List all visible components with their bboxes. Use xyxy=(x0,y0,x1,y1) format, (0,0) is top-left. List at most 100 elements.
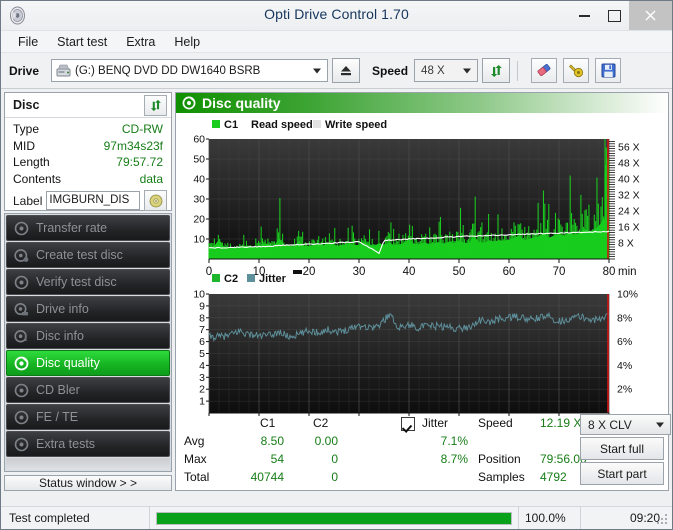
status-message: Test completed xyxy=(9,511,90,525)
results-c1-total: 40744 xyxy=(250,470,284,484)
status-window-button[interactable]: Status window > > xyxy=(4,475,172,491)
position-result-label: Position xyxy=(478,452,521,466)
svg-text:4%: 4% xyxy=(617,360,632,372)
disc-quality-charts[interactable]: C1 Read speed Write speed1020304050608 X16… xyxy=(176,113,672,416)
disc-label-input[interactable]: IMGBURN_DIS xyxy=(46,191,140,210)
left-column: Disc Type CD-RW MID 97m34s23f Length 79:… xyxy=(4,92,172,491)
disc-length-value: 79:57.72 xyxy=(116,155,163,169)
chevron-down-icon xyxy=(313,68,322,73)
sidebar-item-label: Transfer rate xyxy=(36,221,108,235)
write-strategy-select[interactable]: 8 X CLV xyxy=(580,414,671,435)
svg-text:0: 0 xyxy=(206,266,212,278)
svg-text:Write speed: Write speed xyxy=(325,119,387,131)
jitter-label: Jitter xyxy=(422,416,449,430)
menu-extra[interactable]: Extra xyxy=(117,33,164,51)
resize-grip-icon[interactable] xyxy=(657,514,669,526)
disc-panel-title: Disc xyxy=(13,98,40,112)
svg-text:48 X: 48 X xyxy=(618,158,640,170)
results-c2-total: 0 xyxy=(331,470,338,484)
svg-text:6: 6 xyxy=(199,336,205,348)
sidebar-item-label: Disc quality xyxy=(36,356,100,370)
disc-quality-icon xyxy=(182,96,196,110)
jitter-max: 8.7% xyxy=(440,452,468,466)
right-panel: Disc quality C1 Read speed Write speed 10 20… xyxy=(175,92,671,491)
results-summary: C1 C2 Avg Max Total 8.50 54 40744 0.00 0… xyxy=(176,412,671,490)
save-button[interactable] xyxy=(595,58,622,83)
drive-icon xyxy=(56,64,71,77)
svg-text:9: 9 xyxy=(199,300,205,312)
start-full-button[interactable]: Start full xyxy=(580,437,664,460)
disc-rows: Type CD-RW MID 97m34s23f Length 79:57.72… xyxy=(5,118,171,187)
svg-text:Read speed: Read speed xyxy=(251,119,313,131)
menu-start-test[interactable]: Start test xyxy=(48,33,116,51)
progress-percent: 100.0% xyxy=(518,507,580,529)
speed-label: Speed xyxy=(372,63,409,78)
start-part-button[interactable]: Start part xyxy=(580,462,664,485)
disc-mid-key: MID xyxy=(13,138,35,153)
samples-result-value: 4792 xyxy=(540,470,567,484)
menu-file[interactable]: File xyxy=(9,33,47,51)
results-row-max: Max xyxy=(184,452,207,466)
main-body: Disc Type CD-RW MID 97m34s23f Length 79:… xyxy=(1,89,672,491)
svg-text:3: 3 xyxy=(199,372,205,384)
minimize-button[interactable] xyxy=(569,1,599,30)
sidebar-item-disc-info[interactable]: Disc info xyxy=(6,323,170,349)
disc-icon xyxy=(14,221,29,236)
sidebar-item-drive-info[interactable]: Drive info xyxy=(6,296,170,322)
sidebar-item-verify-test-disc[interactable]: Verify test disc xyxy=(6,269,170,295)
disc-panel-header: Disc xyxy=(5,93,171,118)
svg-text:20: 20 xyxy=(193,214,205,226)
svg-text:C1: C1 xyxy=(224,119,238,131)
disc-icon xyxy=(14,410,29,425)
svg-text:60: 60 xyxy=(503,266,516,278)
app-window: Opti Drive Control 1.70 File Start test … xyxy=(0,0,673,530)
sidebar-item-cd-bler[interactable]: CD Bler xyxy=(6,377,170,403)
close-button[interactable] xyxy=(629,1,672,30)
cd-icon-button[interactable] xyxy=(144,190,167,211)
svg-text:30: 30 xyxy=(353,266,366,278)
sidebar-item-transfer-rate[interactable]: Transfer rate xyxy=(6,215,170,241)
disc-label-row: Label IMGBURN_DIS xyxy=(5,187,171,211)
disc-row-mid: MID 97m34s23f xyxy=(13,138,163,155)
svg-text:80: 80 xyxy=(603,266,616,278)
jitter-checkbox[interactable] xyxy=(401,417,415,431)
svg-text:60: 60 xyxy=(193,134,205,146)
refresh-button[interactable] xyxy=(482,58,511,83)
disc-refresh-button[interactable] xyxy=(144,94,167,116)
speed-value: 48 X xyxy=(421,64,445,77)
sidebar-item-disc-quality[interactable]: Disc quality xyxy=(6,350,170,376)
charts-area: C1 Read speed Write speed 10 20 30 40 50 60 8 X 16… xyxy=(176,113,668,416)
test-nav-list: Transfer rate Create test disc Verify te… xyxy=(4,213,172,472)
sidebar-item-label: FE / TE xyxy=(36,410,79,424)
results-header-c1: C1 xyxy=(260,416,276,430)
svg-text:32 X: 32 X xyxy=(618,190,640,202)
sidebar-item-create-test-disc[interactable]: Create test disc xyxy=(6,242,170,268)
disc-info-icon xyxy=(14,329,29,344)
sidebar-item-fe-te[interactable]: FE / TE xyxy=(6,404,170,430)
svg-text:2: 2 xyxy=(199,384,205,396)
speed-result-label: Speed xyxy=(478,416,513,430)
svg-text:4: 4 xyxy=(199,360,205,372)
disc-length-key: Length xyxy=(13,155,50,169)
maximize-button[interactable] xyxy=(599,1,629,30)
drive-select[interactable]: (G:) BENQ DVD DD DW1640 BSRB xyxy=(51,59,329,82)
menu-bar: File Start test Extra Help xyxy=(1,31,672,53)
jitter-avg: 7.1% xyxy=(440,434,468,448)
svg-text:70: 70 xyxy=(553,266,566,278)
sidebar-item-extra-tests[interactable]: Extra tests xyxy=(6,431,170,457)
disc-info-panel: Disc Type CD-RW MID 97m34s23f Length 79:… xyxy=(4,92,172,211)
sidebar-item-label: Verify test disc xyxy=(36,275,117,289)
speed-select[interactable]: 48 X xyxy=(414,59,479,82)
svg-text:56 X: 56 X xyxy=(618,142,640,154)
svg-text:50: 50 xyxy=(193,154,205,166)
progress-container xyxy=(149,507,518,529)
disc-label-key: Label xyxy=(13,193,43,208)
results-row-total: Total xyxy=(184,470,210,484)
eraser-button[interactable] xyxy=(531,58,558,83)
menu-help[interactable]: Help xyxy=(165,33,209,51)
svg-text:50: 50 xyxy=(453,266,466,278)
tools-button[interactable] xyxy=(563,58,590,83)
eject-button[interactable] xyxy=(332,58,361,83)
svg-text:16 X: 16 X xyxy=(618,222,640,234)
results-c2-avg: 0.00 xyxy=(314,434,338,448)
